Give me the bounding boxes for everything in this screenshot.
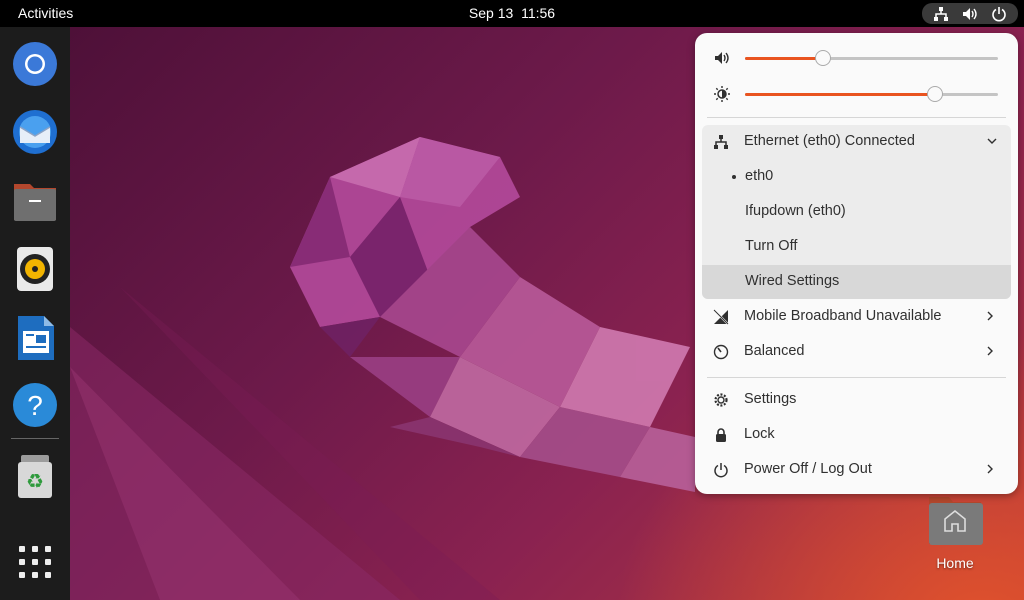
settings-label: Settings: [744, 391, 797, 407]
mobile-broadband-menu-item[interactable]: Mobile Broadband Unavailable: [695, 300, 1018, 334]
volume-icon: [714, 50, 730, 66]
top-bar: Activities Sep 13 11:56: [0, 0, 1024, 27]
lock-menu-item[interactable]: Lock: [695, 418, 1018, 452]
chromium-icon[interactable]: [12, 41, 58, 87]
chevron-down-icon: [986, 135, 998, 147]
wired-settings-button[interactable]: Wired Settings: [695, 265, 1018, 299]
menu-divider: [707, 377, 1006, 378]
network-wired-icon: [933, 6, 949, 22]
files-icon[interactable]: [12, 178, 58, 224]
power-mode-label: Balanced: [744, 343, 805, 359]
power-off-menu-item[interactable]: Power Off / Log Out: [695, 453, 1018, 487]
ethernet-connection-eth0[interactable]: eth0: [695, 160, 1018, 194]
brightness-slider-handle[interactable]: [926, 86, 943, 102]
menu-divider: [707, 117, 1006, 118]
submenu-item-label: Wired Settings: [745, 273, 840, 289]
lock-label: Lock: [744, 426, 775, 442]
chevron-right-icon: [984, 345, 996, 357]
chevron-right-icon: [984, 463, 996, 475]
power-profile-icon: [713, 344, 729, 360]
desktop-home-folder[interactable]: Home: [920, 493, 990, 571]
svg-text:♻: ♻: [26, 469, 44, 493]
time-label: 11:56: [521, 5, 556, 21]
volume-slider[interactable]: [745, 50, 998, 66]
svg-text:?: ?: [27, 390, 43, 421]
libreoffice-writer-icon[interactable]: [12, 315, 58, 361]
home-label: Home: [936, 555, 974, 571]
brightness-slider[interactable]: [745, 86, 998, 102]
active-connection-dot: [732, 175, 736, 179]
power-icon: [713, 462, 729, 478]
lock-icon: [713, 427, 729, 443]
brightness-slider-row: [695, 81, 1018, 107]
settings-menu-item[interactable]: Settings: [695, 383, 1018, 417]
thunderbird-icon[interactable]: [12, 109, 58, 155]
network-wired-icon: [713, 134, 729, 150]
brightness-icon: [714, 86, 730, 102]
system-menu: Ethernet (eth0) Connected eth0 Ifupdown …: [695, 33, 1018, 494]
power-off-label: Power Off / Log Out: [744, 461, 872, 477]
rhythmbox-icon[interactable]: [12, 246, 58, 292]
mobile-broadband-off-icon: [713, 309, 729, 325]
chevron-right-icon: [984, 310, 996, 322]
dock-separator: [11, 438, 59, 439]
brightness-slider-fill: [745, 93, 935, 96]
dock: ? ♻: [0, 27, 70, 600]
submenu-item-label: Turn Off: [745, 238, 798, 254]
power-mode-menu-item[interactable]: Balanced: [695, 335, 1018, 369]
turn-off-button[interactable]: Turn Off: [695, 230, 1018, 264]
home-folder-icon: [927, 493, 983, 545]
submenu-item-label: Ifupdown (eth0): [745, 203, 846, 219]
mobile-broadband-label: Mobile Broadband Unavailable: [744, 308, 942, 324]
ethernet-connection-ifupdown[interactable]: Ifupdown (eth0): [695, 195, 1018, 229]
volume-slider-row: [695, 45, 1018, 71]
submenu-item-label: eth0: [745, 168, 774, 184]
ethernet-label: Ethernet (eth0) Connected: [744, 133, 915, 149]
system-status-button[interactable]: [922, 3, 1018, 24]
clock: Sep 13 11:56: [0, 5, 1024, 21]
volume-slider-handle[interactable]: [815, 50, 832, 66]
volume-slider-fill: [745, 57, 824, 60]
help-icon[interactable]: ?: [12, 382, 58, 428]
ethernet-menu-item[interactable]: Ethernet (eth0) Connected: [695, 125, 1018, 159]
date-label: Sep 13: [468, 5, 514, 21]
activities-button[interactable]: Activities: [18, 5, 73, 21]
show-applications-icon[interactable]: [12, 539, 58, 585]
volume-icon: [962, 6, 978, 22]
date-time-button[interactable]: Sep 13 11:56: [469, 5, 555, 21]
power-icon: [991, 6, 1007, 22]
gear-icon: [713, 392, 729, 408]
trash-icon[interactable]: ♻: [12, 453, 58, 499]
